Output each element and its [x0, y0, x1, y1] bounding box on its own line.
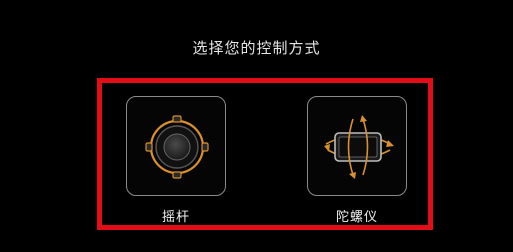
joystick-icon [145, 115, 209, 179]
gyroscope-phone-icon [324, 115, 394, 179]
joystick-label: 摇杆 [161, 210, 190, 225]
joystick-card[interactable] [126, 96, 226, 196]
gyroscope-option[interactable]: 陀螺仪 [307, 96, 407, 225]
control-mode-title: 选择您的控制方式 [192, 39, 321, 57]
joystick-option[interactable]: 摇杆 [126, 96, 226, 225]
gyroscope-label: 陀螺仪 [335, 210, 378, 225]
gyroscope-card[interactable] [307, 96, 407, 196]
